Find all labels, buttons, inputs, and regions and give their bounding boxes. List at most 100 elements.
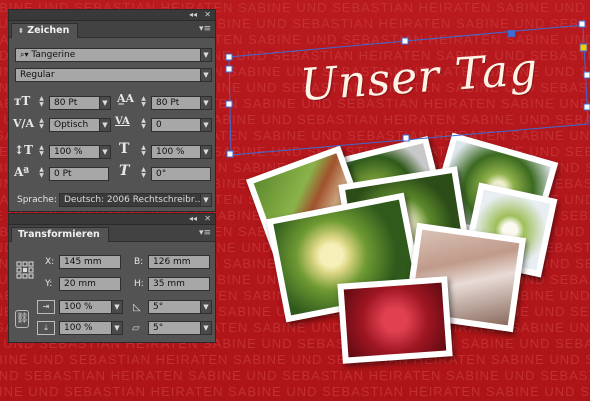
leading-dropdown[interactable]: ▼ [200,96,212,110]
close-icon[interactable]: ✕ [204,10,211,19]
horizontal-scale-value: 100 % [156,147,185,157]
tracking-value: 0 [156,120,162,130]
close-icon[interactable]: ✕ [204,214,211,223]
tab-expand-icon: ⬍ [18,27,24,35]
reference-point-icon[interactable] [16,261,34,279]
tracking-icon: VA [115,116,130,127]
tab-zeichen-label: Zeichen [27,25,70,36]
baseline-shift-spinner[interactable]: ▲ ▼ [37,167,46,181]
y-value: 20 mm [64,279,96,289]
font-size-spinner[interactable]: ▲ ▼ [37,96,46,110]
skew-spinner[interactable]: ▲ ▼ [139,167,148,181]
scale-y-dropdown[interactable]: ▼ [111,321,123,335]
baseline-shift-field[interactable]: 0 Pt [49,167,109,181]
skew-field[interactable]: 0° [151,167,211,181]
horizontal-scale-icon: T [119,141,130,157]
rotation-value: 5° [153,302,164,312]
width-field[interactable]: 126 mm [148,255,210,269]
horizontal-scale-spinner[interactable]: ▲ ▼ [139,145,148,159]
resize-handle-bottom [402,134,410,142]
y-label: Y: [45,279,53,289]
shear-dropdown[interactable]: ▼ [200,321,212,335]
height-value: 35 mm [153,279,185,289]
baseline-shift-value: 0 Pt [54,169,72,179]
shear-field[interactable]: 5° [148,321,202,335]
language-value: Deutsch: 2006 Rechtschreibr… [64,195,204,205]
height-field[interactable]: 35 mm [148,277,210,291]
font-family-field[interactable]: ⌕▾ Tangerine [15,48,203,62]
resize-handle-right [583,71,590,79]
font-family-dropdown[interactable]: ▼ [200,48,212,62]
tab-transformieren-label: Transformieren [18,229,100,240]
vertical-scale-icon: ↕T [14,143,33,157]
panel-topbar: ◂◂ ✕ [9,10,215,21]
font-style-field[interactable]: Regular [15,68,203,82]
font-size-field[interactable]: 80 Pt [49,96,101,110]
skew-icon: T [119,163,130,179]
scale-x-value: 100 % [64,302,93,312]
panel-tabrow: ⬍ Zeichen ▾≡ [9,21,215,38]
language-dropdown[interactable]: ▼ [200,193,212,207]
scale-y-value: 100 % [64,323,93,333]
font-family-value: Tangerine [31,50,76,60]
kerning-icon: V/A [13,117,35,130]
vertical-scale-dropdown[interactable]: ▼ [99,145,111,159]
in-port-icon [225,65,233,73]
kerning-dropdown[interactable]: ▼ [99,118,111,132]
y-field[interactable]: 20 mm [59,277,121,291]
tracking-spinner[interactable]: ▲ ▼ [139,118,148,132]
tab-transformieren[interactable]: Transformieren [11,227,109,242]
panel-tabrow: Transformieren ▾≡ [9,225,215,242]
menu-icon[interactable]: ▾≡ [199,24,211,34]
baseline-shift-icon: Aª [14,165,30,179]
width-label: B: [134,257,144,267]
resize-handle-bottom-left [226,150,234,158]
leading-icon: A̲A [117,92,135,105]
horizontal-scale-field[interactable]: 100 % [151,145,203,159]
tracking-field[interactable]: 0 [151,118,203,132]
scale-x-icon: ⇥ [37,300,55,314]
height-label: H: [134,279,144,289]
menu-icon[interactable]: ▾≡ [199,228,211,238]
skew-value: 0° [156,169,167,179]
zeichen-panel: ◂◂ ✕ ⬍ Zeichen ▾≡ ⌕▾ Tangerine ▼ Regular… [8,9,216,212]
rotation-field[interactable]: 5° [148,300,202,314]
horizontal-scale-dropdown[interactable]: ▼ [200,145,212,159]
scale-x-field[interactable]: 100 % [59,300,113,314]
double-chevron-icon[interactable]: ◂◂ [189,214,197,223]
leading-field[interactable]: 80 Pt [151,96,203,110]
resize-handle-top-left [225,53,233,61]
font-size-icon: ᴛT [14,94,31,108]
language-field[interactable]: Deutsch: 2006 Rechtschreibr… [59,193,204,207]
vertical-scale-field[interactable]: 100 % [49,145,101,159]
language-label: Sprache: [17,195,57,205]
panel-topbar: ◂◂ ✕ [9,214,215,225]
x-field[interactable]: 145 mm [59,255,121,269]
resize-handle-top [401,37,409,45]
leading-value: 80 Pt [156,98,180,108]
kerning-field[interactable]: Optisch [49,118,101,132]
chain-link-icon[interactable]: ⛓ [15,310,29,328]
leading-spinner[interactable]: ▲ ▼ [139,96,148,110]
font-size-value: 80 Pt [54,98,78,108]
transform-panel: ◂◂ ✕ Transformieren ▾≡ X: 145 mm B: 126 … [8,213,216,343]
rotation-handle [508,30,515,37]
tab-zeichen[interactable]: ⬍ Zeichen [11,23,79,38]
rotation-dropdown[interactable]: ▼ [200,300,212,314]
resize-handle-top-right [578,20,586,28]
width-value: 126 mm [153,257,191,267]
double-chevron-icon[interactable]: ◂◂ [189,10,197,19]
rotation-icon: ◺ [133,302,141,313]
scale-x-dropdown[interactable]: ▼ [111,300,123,314]
resize-handle-left [225,100,233,108]
scale-y-field[interactable]: 100 % [59,321,113,335]
tracking-dropdown[interactable]: ▼ [200,118,212,132]
font-size-dropdown[interactable]: ▼ [99,96,111,110]
font-style-value: Regular [20,70,55,80]
kerning-value: Optisch [54,120,89,130]
search-icon: ⌕▾ [20,50,29,59]
shear-icon: ▱ [132,323,140,334]
kerning-spinner[interactable]: ▲ ▼ [37,118,46,132]
vertical-scale-spinner[interactable]: ▲ ▼ [37,145,46,159]
font-style-dropdown[interactable]: ▼ [200,68,212,82]
